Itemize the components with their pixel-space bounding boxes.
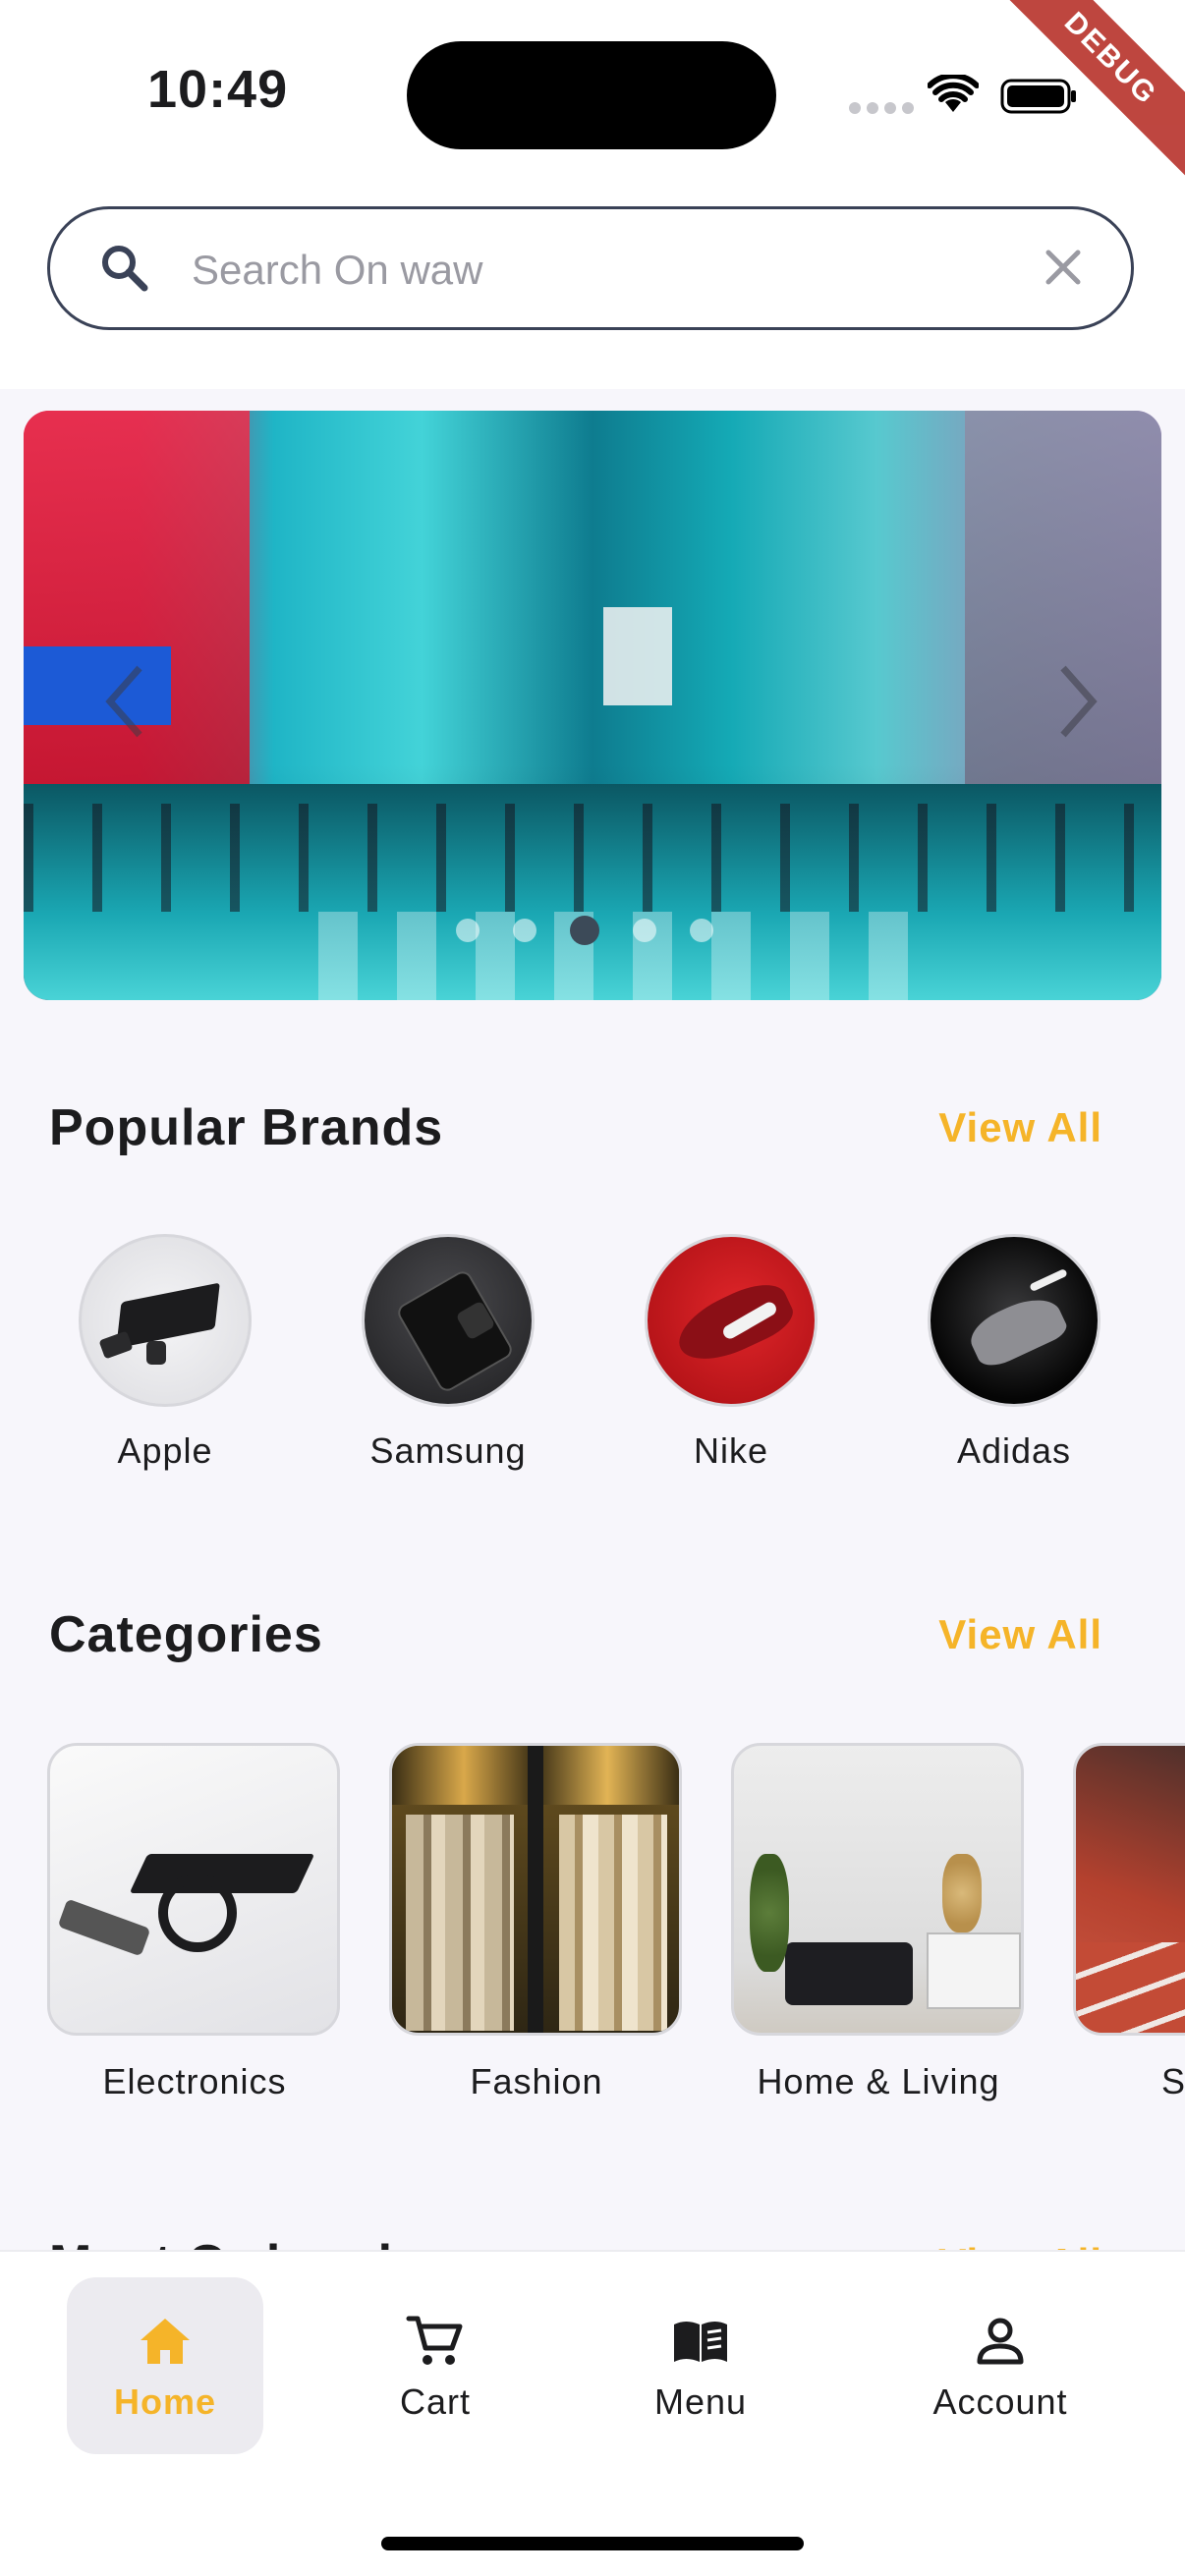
banner-image-sign <box>603 607 672 705</box>
nav-item-menu[interactable]: Menu <box>602 2277 799 2454</box>
nav-label: Home <box>113 2381 217 2422</box>
category-item-fashion[interactable]: Fashion <box>389 1743 684 2102</box>
carousel-dot-active[interactable] <box>570 916 599 945</box>
brand-item-adidas[interactable]: Adidas <box>896 1234 1132 1472</box>
category-item-sports[interactable]: S <box>1073 1743 1185 2102</box>
section-title: Popular Brands <box>49 1099 444 1156</box>
carousel-indicator <box>456 916 713 945</box>
nav-label: Cart <box>399 2381 471 2422</box>
search-area <box>0 187 1185 389</box>
dynamic-island <box>407 41 776 149</box>
brand-item-samsung[interactable]: Samsung <box>330 1234 566 1472</box>
category-name: S <box>1161 2061 1185 2101</box>
cellular-signal-icon <box>849 102 914 114</box>
categories-list: Electronics Fashion Home & Living S <box>0 1743 1185 2136</box>
brand-item-nike[interactable]: Nike <box>613 1234 849 1472</box>
home-icon <box>141 2319 190 2364</box>
brand-logo <box>645 1234 818 1407</box>
banner-image-building-right <box>965 411 1161 823</box>
carousel-dot[interactable] <box>633 919 656 942</box>
view-all-brands-link[interactable]: View All <box>938 1104 1102 1151</box>
home-indicator <box>381 2537 804 2550</box>
nav-item-cart[interactable]: Cart <box>337 2277 534 2454</box>
bottom-navigation-bar: Home Cart Menu Account <box>0 2250 1185 2576</box>
categories-header: Categories View All <box>49 1605 1102 1674</box>
category-item-electronics[interactable]: Electronics <box>47 1743 342 2102</box>
banner-image-crowd <box>24 804 1161 912</box>
carousel-dot[interactable] <box>690 919 713 942</box>
status-time: 10:49 <box>147 60 289 119</box>
status-bar: 10:49 DEBUG <box>0 0 1185 187</box>
brand-name: Apple <box>117 1430 213 1471</box>
account-icon <box>977 2318 1024 2365</box>
wifi-icon <box>928 75 979 112</box>
nav-label: Menu <box>653 2381 748 2422</box>
brand-item-apple[interactable]: Apple <box>47 1234 283 1472</box>
search-input[interactable] <box>190 235 1048 306</box>
view-all-categories-link[interactable]: View All <box>938 1611 1102 1658</box>
brand-logo <box>362 1234 535 1407</box>
category-image <box>731 1743 1024 2036</box>
app-screen: 10:49 DEBUG Search On waw Popular Brands… <box>0 0 1185 2576</box>
close-icon[interactable] <box>1041 245 1086 290</box>
brand-logo <box>928 1234 1100 1407</box>
brands-list: Apple Samsung Nike Adidas <box>0 1234 1185 1489</box>
menu-book-icon <box>674 2322 727 2362</box>
brand-logo <box>79 1234 252 1407</box>
promo-banner-carousel[interactable] <box>24 411 1161 1000</box>
category-name: Electronics <box>102 2061 287 2101</box>
chevron-left-icon[interactable] <box>100 662 149 741</box>
battery-icon <box>1000 79 1076 114</box>
category-name: Fashion <box>470 2061 603 2101</box>
popular-brands-header: Popular Brands View All <box>49 1098 1102 1167</box>
category-image <box>1073 1743 1185 2036</box>
most-ordered-header: Most Ordered View All <box>49 2222 1102 2252</box>
carousel-dot[interactable] <box>456 919 480 942</box>
nav-item-account[interactable]: Account <box>902 2277 1099 2454</box>
cart-icon <box>406 2316 463 2365</box>
brand-name: Samsung <box>369 1430 527 1471</box>
search-bar[interactable] <box>47 206 1134 330</box>
brand-name: Nike <box>693 1430 769 1471</box>
category-item-home-living[interactable]: Home & Living <box>731 1743 1026 2102</box>
brand-name: Adidas <box>956 1430 1072 1471</box>
search-icon <box>102 246 148 292</box>
nav-item-home[interactable]: Home <box>67 2277 263 2454</box>
nav-label: Account <box>932 2381 1068 2422</box>
category-image <box>389 1743 682 2036</box>
carousel-dot[interactable] <box>513 919 536 942</box>
category-name: Home & Living <box>757 2061 1000 2101</box>
category-image <box>47 1743 340 2036</box>
chevron-right-icon[interactable] <box>1053 662 1102 741</box>
section-title: Categories <box>49 1606 323 1663</box>
